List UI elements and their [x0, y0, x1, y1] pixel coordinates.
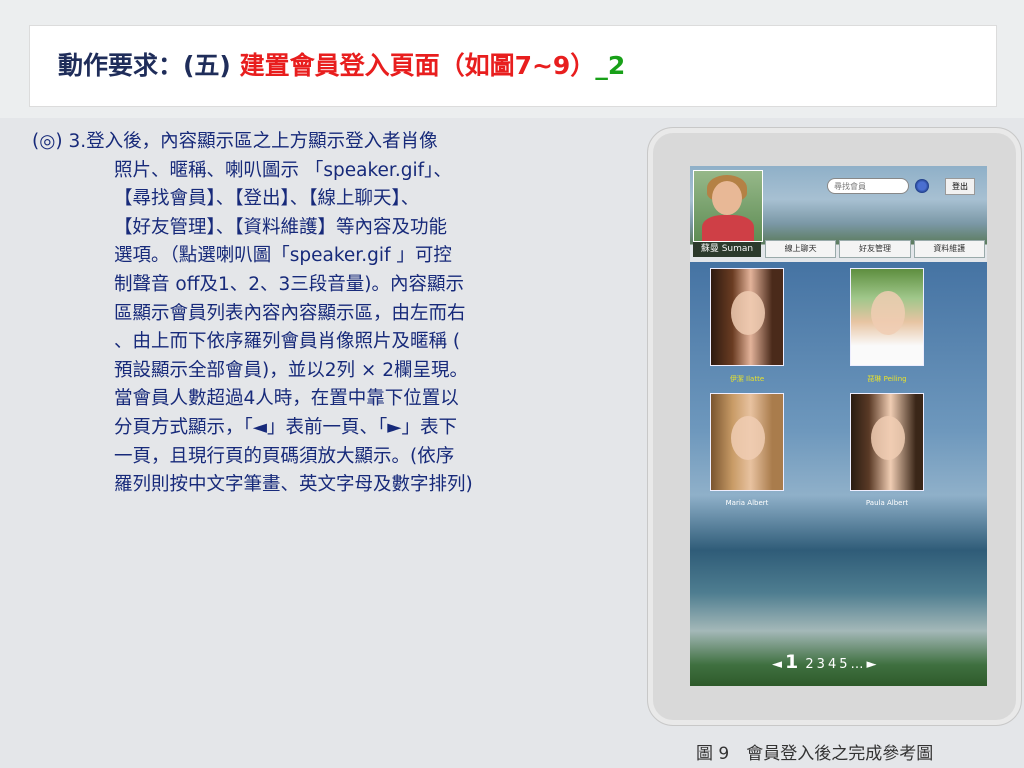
tablet-screen: 蘇曼 Suman 尋找會員 登出 線上聊天 好友管理 資料維護 伊潔 Ilatt… [690, 166, 987, 686]
prev-page-button[interactable]: ◄ [772, 657, 782, 672]
page-link[interactable]: 2 [805, 657, 813, 672]
pager: ◄ 1 2 3 4 5… ► [772, 652, 912, 672]
next-page-button[interactable]: ► [867, 657, 877, 672]
title-highlight: 建置會員登入頁面（如圖7~9） [239, 51, 596, 80]
title-prefix: 動作要求：(五) [58, 51, 240, 80]
title-underscore: _ [595, 51, 608, 80]
nickname: 蘇曼 Suman [693, 242, 761, 257]
body-line: 區顯示會員列表內容內容顯示區，由左而右 [114, 302, 466, 324]
page-link[interactable]: 5 [839, 657, 847, 672]
logout-button[interactable]: 登出 [945, 178, 975, 195]
slide-title: 動作要求：(五) 建置會員登入頁面（如圖7~9）_2 [58, 44, 625, 88]
body-line: 【好友管理】、【資料維護】等內容及功能 [114, 216, 448, 238]
mock-nav: 線上聊天 好友管理 資料維護 [765, 240, 985, 258]
body-line: 【尋找會員】、【登出】、【線上聊天】、 [114, 188, 420, 210]
search-icon[interactable] [915, 179, 929, 193]
member-name: Maria Albert [725, 499, 769, 507]
title-suffix: 2 [607, 51, 626, 80]
body-line: 照片、暱稱、喇叭圖示 「speaker.gif」、 [114, 159, 452, 181]
member-card[interactable]: 琵琳 Peiling [838, 268, 936, 384]
body-line: 、由上而下依序羅列會員肖像照片及暱稱 ( [114, 331, 461, 353]
body-text: (◎) 3.登入後，內容顯示區之上方顯示登入者肖像 照片、暱稱、喇叭圖示 「sp… [32, 128, 632, 500]
page-ellipsis: … [850, 657, 864, 672]
body-line: 羅列則按中文字筆畫、英文字母及數字排列) [114, 474, 473, 496]
member-photo[interactable] [850, 393, 924, 491]
current-page: 1 [785, 651, 799, 673]
body-line: 制聲音 off及1、2、3三段音量)。內容顯示 [114, 273, 464, 295]
member-photo[interactable] [710, 268, 784, 366]
member-name: 伊潔 Ilatte [729, 375, 765, 383]
avatar [693, 170, 763, 242]
member-name: Paula Albert [865, 499, 909, 507]
mock-header: 蘇曼 Suman 尋找會員 登出 線上聊天 好友管理 資料維護 [690, 166, 987, 262]
page-link[interactable]: 4 [828, 657, 836, 672]
member-card[interactable]: Paula Albert [838, 393, 936, 507]
body-line: (◎) 3.登入後，內容顯示區之上方顯示登入者肖像 [32, 131, 438, 152]
member-card[interactable]: Maria Albert [698, 393, 796, 507]
search-input[interactable]: 尋找會員 [827, 178, 909, 194]
body-line: 當會員人數超過4人時，在置中靠下位置以 [114, 388, 459, 410]
nav-profile[interactable]: 資料維護 [913, 240, 985, 258]
body-line: 選項。（點選喇叭圖「speaker.gif 」可控 [114, 245, 452, 267]
nav-chat[interactable]: 線上聊天 [765, 240, 837, 258]
member-card[interactable]: 伊潔 Ilatte [698, 268, 796, 384]
member-photo[interactable] [710, 393, 784, 491]
nav-friends[interactable]: 好友管理 [839, 240, 911, 258]
page-link[interactable]: 3 [817, 657, 825, 672]
body-line: 一頁，且現行頁的頁碼須放大顯示。(依序 [114, 445, 455, 467]
member-photo[interactable] [850, 268, 924, 366]
figure-caption: 圖 9 會員登入後之完成參考圖 [696, 744, 934, 764]
body-line: 預設顯示全部會員)，並以2列 × 2欄呈現。 [114, 359, 469, 381]
member-name: 琵琳 Peiling [867, 375, 907, 383]
body-line: 分頁方式顯示，「◄」表前一頁、「►」表下 [114, 416, 457, 438]
